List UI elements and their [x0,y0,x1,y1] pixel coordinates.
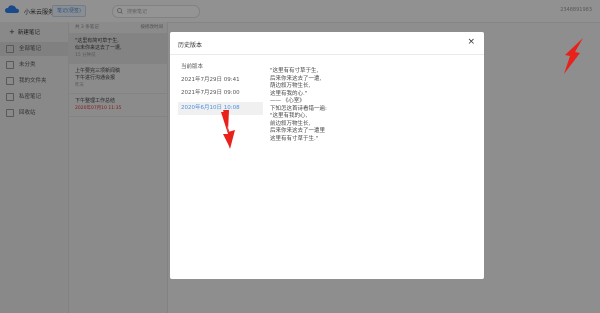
content-line: 下知怎这首诗看错一遍: [270,105,327,112]
version-content: "这里有有寸草于生, 后来你来这去了一遭, 荫边叙万物生长, 这里有我的心." … [270,68,420,143]
content-line: 这里有有寸草于生." [270,135,319,142]
version-item[interactable]: 2021年7月29日 09:41 [178,74,263,87]
content-line: "这里有有寸草于生, [270,68,319,74]
history-versions-dialog: 历史版本 × 当前版本 2021年7月29日 09:41 2021年7月29日 … [170,32,484,279]
content-line: 荫边叙万物生长, [270,83,311,89]
annotation-arrow-icon [564,38,583,74]
content-line: 后来你来这去了一遭, [270,75,322,82]
annotation-arrow-icon [221,110,235,149]
close-icon[interactable]: × [467,38,475,47]
content-line: —— 《心室》 [270,98,305,104]
dialog-title: 历史版本 [178,42,203,49]
version-item-current[interactable]: 当前版本 [178,61,263,74]
content-line: 这里有我的心." [270,90,308,97]
content-line: "这里有我的心, [270,113,308,119]
divider [170,54,484,55]
version-item[interactable]: 2021年7月29日 09:00 [178,87,263,100]
content-line: 前边叙万物生长, [270,120,311,127]
content-line: 后来你来这去了一遭里 [270,128,326,134]
